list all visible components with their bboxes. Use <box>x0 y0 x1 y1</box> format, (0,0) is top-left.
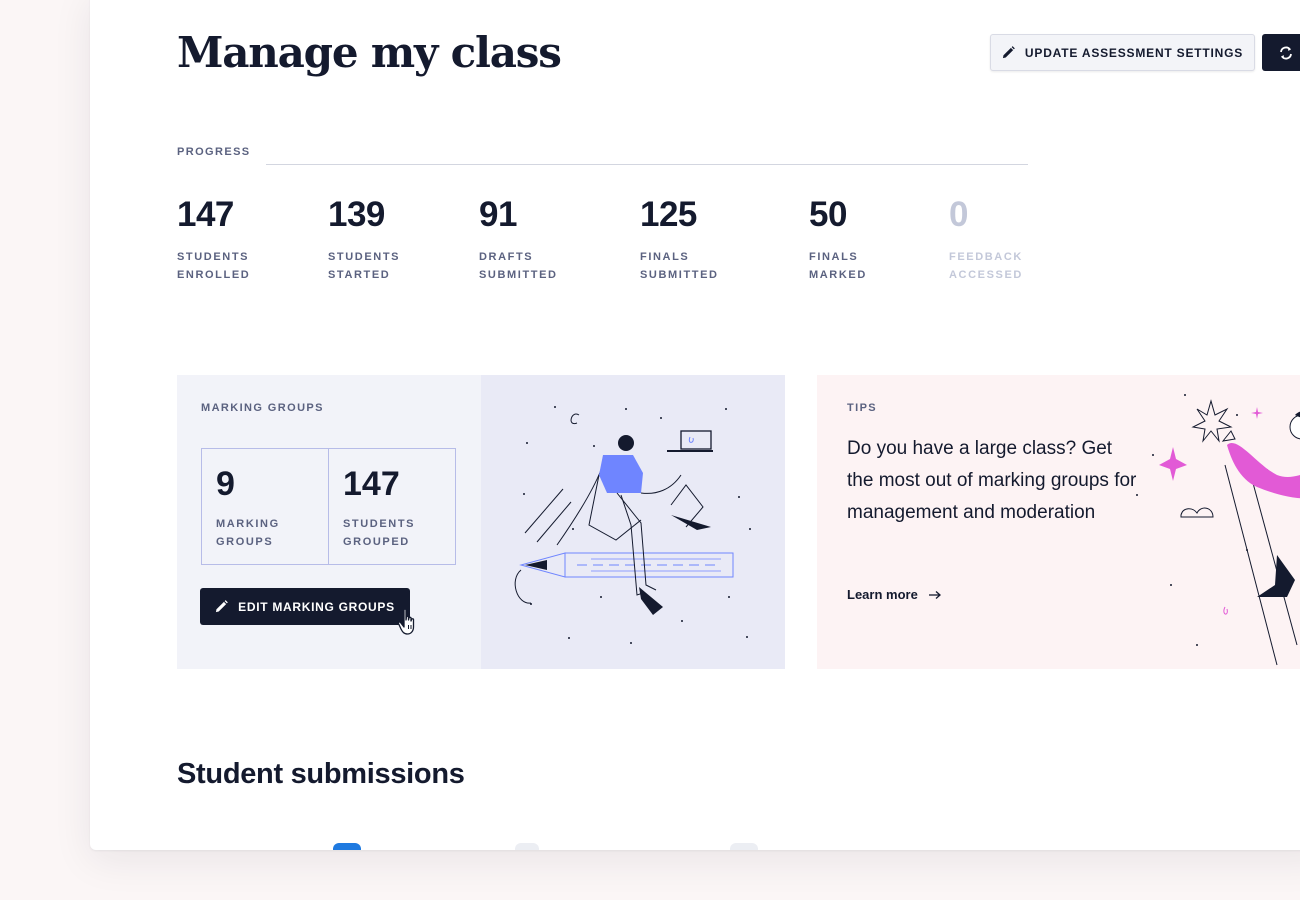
stat-drafts-submitted: 91 DRAFTS SUBMITTED <box>479 194 589 284</box>
progress-label: PROGRESS <box>177 146 251 158</box>
main-card: Manage my class UPDATE ASSESSMENT SETTIN… <box>90 0 1300 850</box>
stat-feedback-accessed: 0 FEEDBACK ACCESSED <box>949 194 1059 284</box>
stat-value: 0 <box>949 195 968 234</box>
stat-label: DRAFTS SUBMITTED <box>479 251 558 281</box>
refresh-button[interactable] <box>1262 34 1300 71</box>
stat-students-enrolled: 147 STUDENTS ENROLLED <box>177 194 287 284</box>
edit-marking-groups-label: EDIT MARKING GROUPS <box>238 599 395 614</box>
student-submissions-title: Student submissions <box>177 758 465 790</box>
stat-value: 125 <box>640 195 697 234</box>
hand-cursor-icon <box>397 608 415 635</box>
update-assessment-settings-button[interactable]: UPDATE ASSESSMENT SETTINGS <box>990 34 1255 71</box>
tab-count-badge <box>515 843 539 850</box>
tips-label: TIPS <box>847 402 878 414</box>
tips-illustration <box>1127 375 1300 669</box>
stat-label: STUDENTS ENROLLED <box>177 251 251 281</box>
arrow-right-icon <box>928 590 941 599</box>
stat-label: FINALS MARKED <box>809 251 867 281</box>
stat-label: STUDENTS STARTED <box>328 251 401 281</box>
marking-groups-summary: 9 MARKING GROUPS 147 STUDENTS GROUPED <box>201 448 456 565</box>
stat-finals-marked: 50 FINALS MARKED <box>809 194 919 284</box>
marking-groups-value: 9 <box>216 465 235 503</box>
marking-groups-label: MARKING GROUPS <box>201 402 324 414</box>
tips-text: Do you have a large class? Get the most … <box>847 438 1137 523</box>
marking-groups-count-label: MARKING GROUPS <box>216 518 280 548</box>
tab-count-badge <box>730 843 758 850</box>
climbing-person-illustration <box>1136 394 1300 666</box>
stat-value: 139 <box>328 195 385 234</box>
tips-panel: TIPS Do you have a large class? Get the … <box>817 375 1300 669</box>
progress-divider <box>266 164 1028 165</box>
stat-label: FINALS SUBMITTED <box>640 251 719 281</box>
update-assessment-settings-label: UPDATE ASSESSMENT SETTINGS <box>1024 45 1244 60</box>
learn-more-link[interactable]: Learn more <box>847 587 942 602</box>
person-on-pencil-illustration <box>514 406 751 644</box>
stat-value: 147 <box>177 195 234 234</box>
learn-more-label: Learn more <box>847 587 918 602</box>
pencil-icon <box>1002 46 1015 59</box>
marking-groups-panel: MARKING GROUPS 9 MARKING GROUPS 147 STUDE… <box>177 375 481 669</box>
page-title: Manage my class <box>177 28 562 77</box>
refresh-icon <box>1280 46 1292 59</box>
students-grouped-label: STUDENTS GROUPED <box>343 518 416 548</box>
marking-groups-count: 9 MARKING GROUPS <box>202 449 328 564</box>
students-grouped-value: 147 <box>343 465 400 503</box>
marking-illustration <box>481 375 785 669</box>
stat-students-started: 139 STUDENTS STARTED <box>328 194 438 284</box>
pencil-icon <box>216 600 228 613</box>
stat-finals-submitted: 125 FINALS SUBMITTED <box>640 194 750 284</box>
stat-value: 50 <box>809 195 847 234</box>
tab-indicator <box>333 843 361 850</box>
stat-label: FEEDBACK ACCESSED <box>949 251 1023 281</box>
stat-value: 91 <box>479 195 517 234</box>
edit-marking-groups-button[interactable]: EDIT MARKING GROUPS <box>200 588 410 625</box>
students-grouped-count: 147 STUDENTS GROUPED <box>328 449 455 564</box>
